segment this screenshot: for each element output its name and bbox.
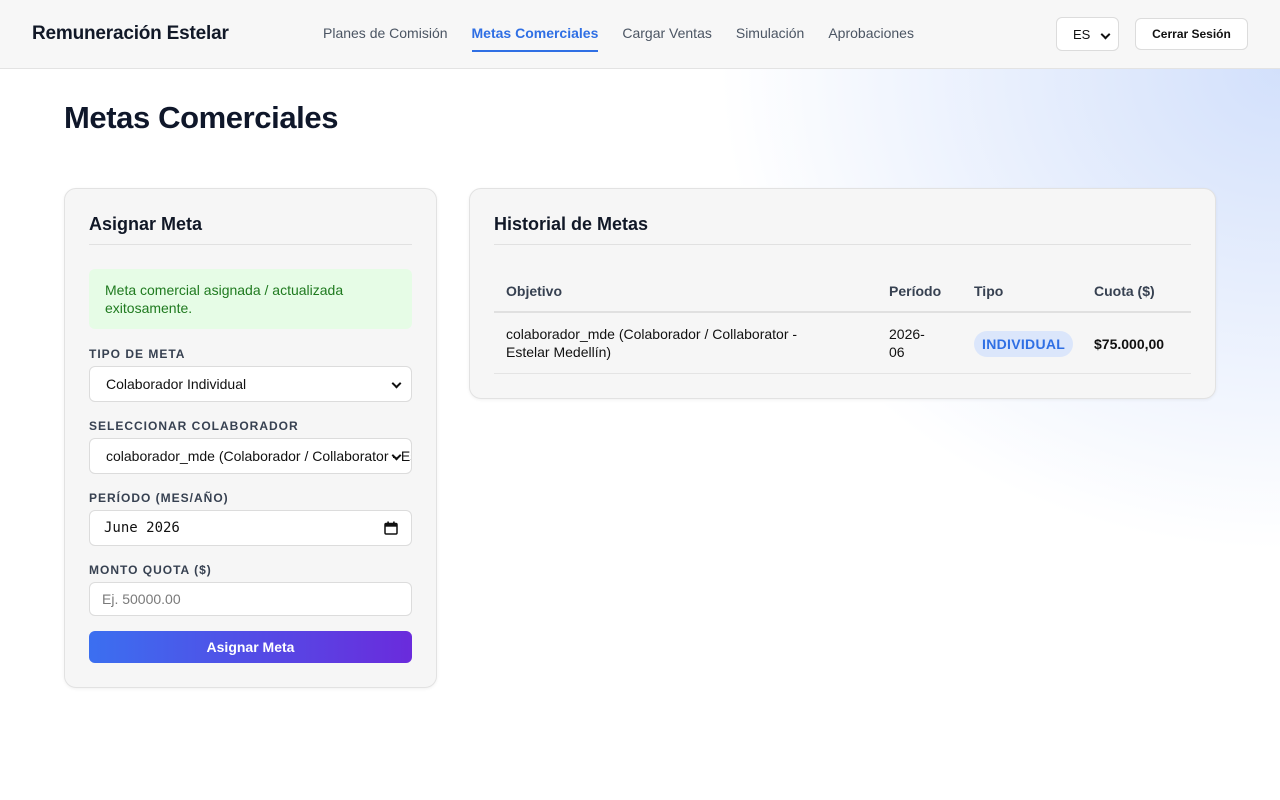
column-header-period[interactable]: Período <box>889 283 941 299</box>
objective-line: colaborador_mde (Colaborador / Collabora… <box>506 326 798 342</box>
period-label: PERÍODO (MES/AÑO) <box>89 491 229 505</box>
language-select[interactable]: ES <box>1056 17 1119 51</box>
collaborator-value: colaborador_mde (Colaborador / Collabora… <box>106 448 411 464</box>
language-value: ES <box>1073 26 1091 42</box>
nav-item-upload-sales[interactable]: Cargar Ventas <box>622 0 712 52</box>
quota-placeholder: Ej. 50000.00 <box>102 591 181 607</box>
type-badge: INDIVIDUAL <box>974 331 1074 357</box>
objective-line: Estelar Medellín) <box>506 344 612 360</box>
nav-item-sales-goals[interactable]: Metas Comerciales <box>471 0 599 52</box>
column-header-type[interactable]: Tipo <box>974 283 1003 299</box>
page-title: Metas Comerciales <box>64 100 339 135</box>
goal-type-select[interactable]: Colaborador Individual <box>89 366 412 402</box>
column-header-quota[interactable]: Cuota ($) <box>1094 283 1155 299</box>
objective-cell: colaborador_mde (Colaborador / Collabora… <box>506 325 836 361</box>
success-alert: Meta comercial asignada / actualizada ex… <box>89 269 412 329</box>
collaborator-select[interactable]: colaborador_mde (Colaborador / Collabora… <box>89 438 412 474</box>
quota-cell: $75.000,00 <box>1094 336 1165 352</box>
goal-type-value: Colaborador Individual <box>106 376 247 392</box>
period-month-input[interactable]: June 2026 <box>89 510 412 546</box>
chevron-down-icon <box>1100 29 1111 40</box>
quota-label: MONTO QUOTA ($) <box>89 563 212 577</box>
chevron-down-icon <box>391 378 402 389</box>
divider <box>494 244 1191 245</box>
column-header-objective[interactable]: Objetivo <box>506 283 562 299</box>
nav-item-approvals[interactable]: Aprobaciones <box>828 0 914 52</box>
assign-goal-button[interactable]: Asignar Meta <box>89 631 412 663</box>
period-value: June 2026 <box>104 520 180 536</box>
period-line: 06 <box>889 344 905 360</box>
quota-input[interactable]: Ej. 50000.00 <box>89 582 412 616</box>
divider <box>89 244 412 245</box>
period-line: 2026- <box>889 326 925 342</box>
table-row[interactable]: colaborador_mde (Colaborador / Collabora… <box>494 313 1191 374</box>
goal-history-table: Objetivo Período Tipo Cuota ($) colabora… <box>494 269 1191 374</box>
goal-history-card: Historial de Metas Objetivo Período Tipo… <box>469 188 1216 399</box>
top-navbar: Remuneración Estelar Planes de Comisión … <box>0 0 1280 69</box>
table-header: Objetivo Período Tipo Cuota ($) <box>494 269 1191 313</box>
period-cell: 2026- 06 <box>889 325 925 361</box>
nav-item-simulation[interactable]: Simulación <box>736 0 804 52</box>
logout-button[interactable]: Cerrar Sesión <box>1135 18 1248 50</box>
nav-item-commission-plans[interactable]: Planes de Comisión <box>323 0 448 52</box>
calendar-icon[interactable] <box>384 521 398 535</box>
main-nav: Planes de Comisión Metas Comerciales Car… <box>323 0 938 68</box>
goal-type-label: TIPO DE META <box>89 347 186 361</box>
goal-history-title: Historial de Metas <box>494 214 649 234</box>
assign-goal-card: Asignar Meta Meta comercial asignada / a… <box>64 188 437 688</box>
collaborator-label: SELECCIONAR COLABORADOR <box>89 419 299 433</box>
assign-goal-title: Asignar Meta <box>89 214 203 234</box>
brand-title[interactable]: Remuneración Estelar <box>32 23 229 45</box>
